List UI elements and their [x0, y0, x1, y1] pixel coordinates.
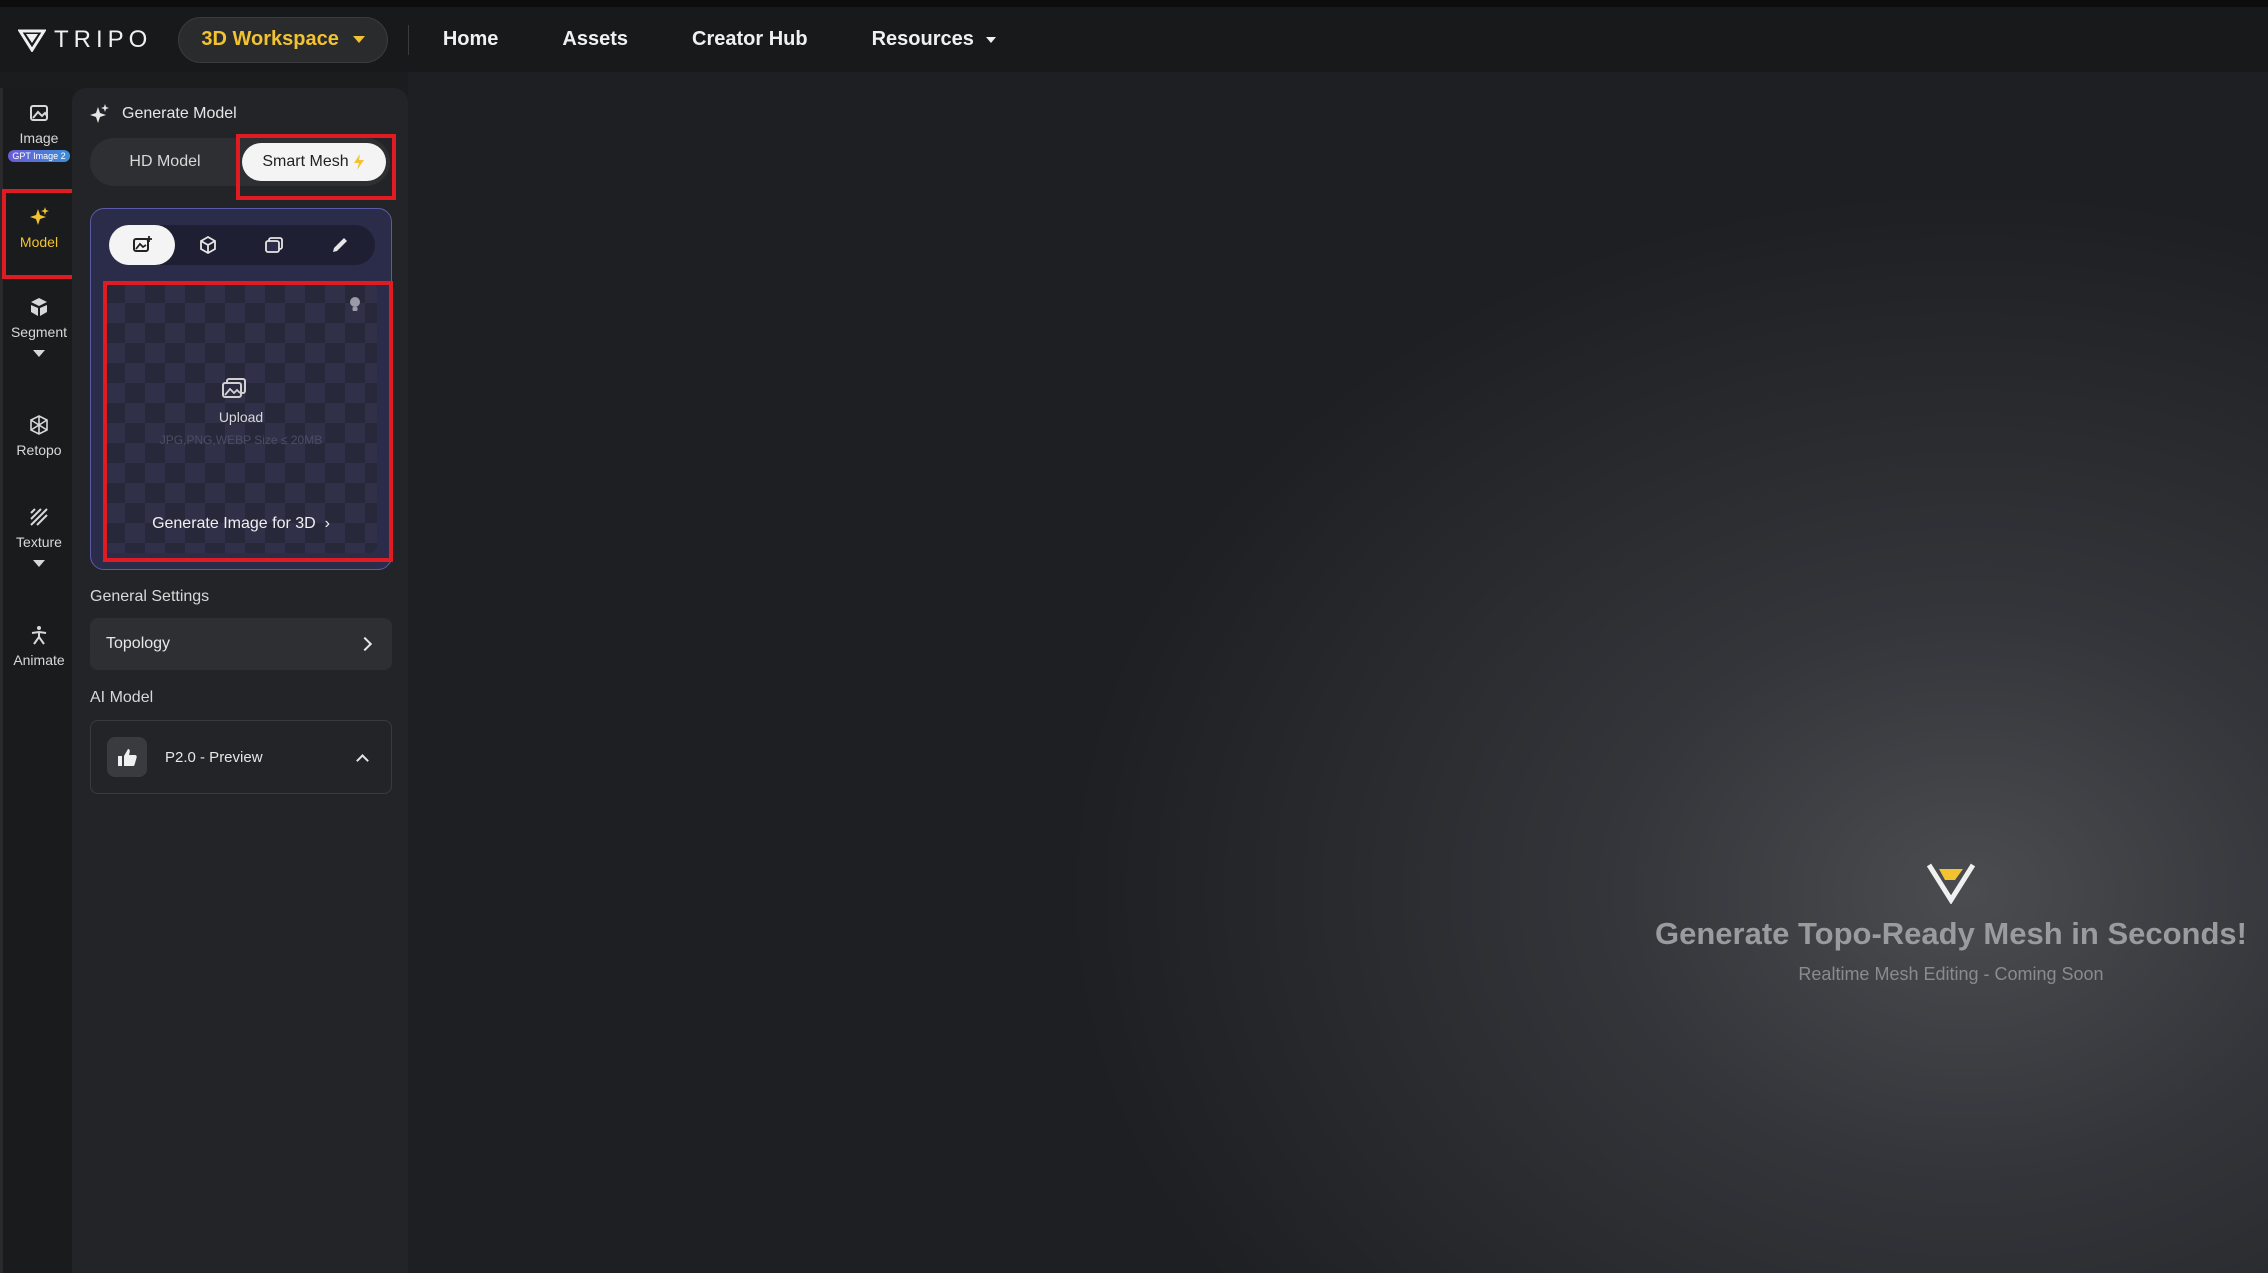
cube-split-icon [31, 298, 47, 316]
topology-setting[interactable]: Topology [90, 618, 392, 670]
texture-brush-icon [30, 508, 48, 526]
rail-label-animate: Animate [13, 652, 65, 668]
highlight-box-upload [103, 281, 393, 562]
viewport-canvas[interactable]: Generate Topo-Ready Mesh in Seconds! Rea… [408, 72, 2268, 1273]
sparkle-icon [90, 104, 109, 123]
rail-item-image[interactable]: Image GPT Image 2 [3, 102, 75, 162]
ai-model-name: P2.0 - Preview [165, 748, 263, 766]
gpt-image-badge: GPT Image 2 [8, 150, 70, 162]
promo-title: Generate Topo-Ready Mesh in Seconds! [1655, 916, 2247, 951]
workspace-label: 3D Workspace [201, 28, 339, 50]
tripo-logo-icon [1926, 863, 1976, 904]
topology-label: Topology [106, 635, 171, 652]
general-settings-label: General Settings [90, 588, 210, 605]
promo-block: Generate Topo-Ready Mesh in Seconds! Rea… [1636, 860, 2266, 985]
workspace-dropdown[interactable]: 3D Workspace [178, 16, 388, 63]
panel-title-text: Generate Model [122, 105, 237, 122]
nav-assets[interactable]: Assets [562, 28, 628, 51]
tab-3d-input[interactable] [175, 225, 241, 265]
chevron-down-icon[interactable] [33, 560, 45, 567]
hd-model-tab[interactable]: HD Model [90, 138, 240, 186]
nav-home[interactable]: Home [443, 28, 499, 51]
chevron-right-icon [357, 636, 373, 652]
panel-title: Generate Model [90, 104, 237, 124]
highlight-box-model [2, 189, 76, 279]
chevron-up-icon [356, 753, 369, 767]
thumbs-up-icon [118, 749, 137, 766]
chevron-down-icon [352, 36, 365, 43]
rail-label-retopo: Retopo [16, 442, 62, 458]
nav-divider [407, 24, 409, 55]
rail-item-texture[interactable]: Texture [3, 506, 75, 567]
input-mode-tabs [109, 225, 375, 265]
nav-resources[interactable]: Resources [872, 28, 996, 51]
rail-label-texture: Texture [16, 534, 62, 550]
running-figure-icon [31, 626, 47, 645]
tab-sketch-input[interactable] [307, 225, 373, 265]
mesh-cube-icon [30, 415, 48, 435]
ai-model-selector[interactable]: P2.0 - Preview [90, 720, 392, 794]
image-plus-icon [133, 236, 152, 252]
promo-subtitle: Realtime Mesh Editing - Coming Soon [1798, 964, 2104, 984]
top-bar: TRIPO 3D Workspace Home Assets Creator H… [0, 0, 2268, 72]
rail-label-image: Image [19, 130, 59, 146]
nav-resources-label: Resources [871, 28, 974, 50]
chevron-down-icon[interactable] [33, 350, 45, 357]
cube-icon [200, 235, 216, 255]
rail-item-segment[interactable]: Segment [3, 296, 75, 357]
thumbs-up-icon-box [107, 737, 147, 777]
tab-multi-image-input[interactable] [241, 225, 307, 265]
pencil-icon [333, 238, 347, 252]
image-icon [30, 105, 48, 121]
logo-text: TRIPO [54, 25, 153, 53]
multi-image-icon [265, 237, 283, 253]
ai-model-label: AI Model [90, 689, 154, 706]
nav-creator-hub[interactable]: Creator Hub [692, 28, 808, 51]
tripo-logo[interactable]: TRIPO [18, 26, 152, 54]
highlight-box-smart-mesh [236, 134, 396, 200]
tripo-logo-icon [18, 29, 46, 52]
rail-item-animate[interactable]: Animate [3, 624, 75, 668]
chevron-down-icon [985, 36, 996, 43]
generate-panel: Generate Model HD Model Smart Mesh Uploa… [72, 88, 408, 1273]
rail-label-segment: Segment [10, 324, 68, 340]
tab-image-input[interactable] [109, 225, 175, 265]
rail-item-retopo[interactable]: Retopo [3, 414, 75, 458]
